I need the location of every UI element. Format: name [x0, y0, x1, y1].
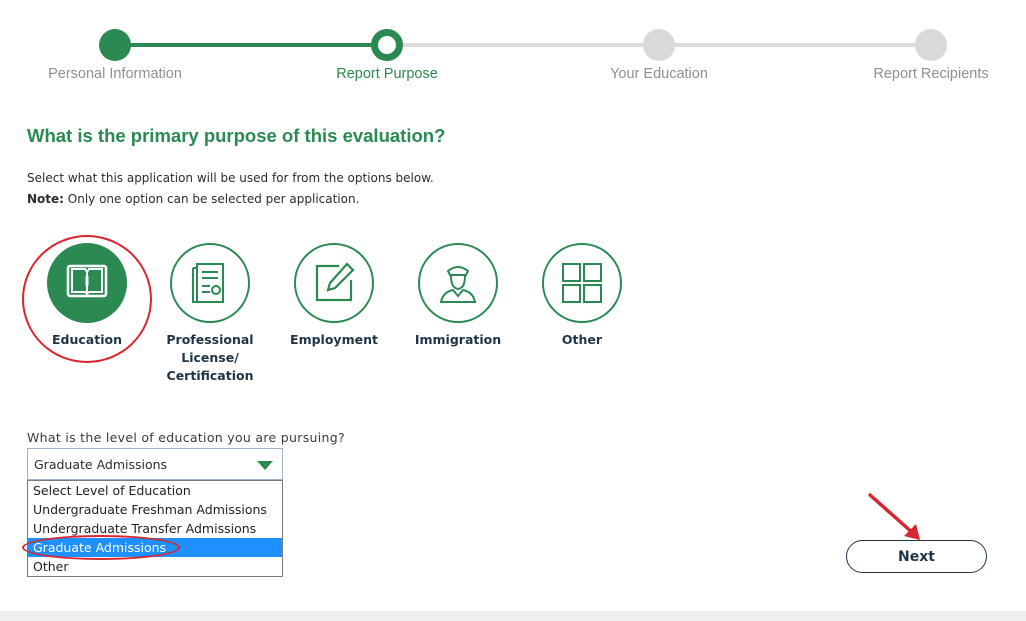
purpose-option-circle[interactable] — [542, 243, 622, 323]
footer-bar — [0, 611, 1026, 621]
purpose-option-circle[interactable] — [170, 243, 250, 323]
purpose-option-employment[interactable]: Employment — [279, 243, 389, 349]
dropdown-option-undergraduate-transfer[interactable]: Undergraduate Transfer Admissions — [28, 519, 282, 538]
edit-document-icon — [315, 262, 355, 302]
purpose-option-professional-license[interactable]: Professional License/ Certification — [155, 243, 265, 385]
dropdown-option-undergraduate-freshman[interactable]: Undergraduate Freshman Admissions — [28, 500, 282, 519]
step-dot-report-purpose — [371, 29, 403, 61]
purpose-option-immigration[interactable]: Immigration — [403, 243, 513, 349]
note-text: Only one option can be selected per appl… — [63, 192, 360, 206]
next-button[interactable]: Next — [846, 540, 987, 573]
purpose-option-label: Professional License/ Certification — [166, 332, 254, 383]
certificate-icon — [192, 263, 224, 303]
instructions: Select what this application will be use… — [27, 168, 434, 210]
purpose-option-label: Immigration — [414, 332, 502, 347]
step-dot-your-education — [643, 29, 675, 61]
education-level-select[interactable]: Graduate Admissions — [27, 448, 283, 480]
annotation-ellipse-graduate — [22, 535, 180, 560]
chevron-down-icon[interactable] — [257, 461, 273, 470]
note-line: Note: Only one option can be selected pe… — [27, 189, 434, 210]
purpose-option-label: Other — [561, 332, 603, 347]
officer-icon — [439, 266, 477, 303]
annotation-arrow-icon — [868, 493, 920, 540]
grid-icon — [562, 263, 602, 303]
step-label-report-purpose: Report Purpose — [336, 66, 438, 82]
education-level-options: Select Level of Education Undergraduate … — [27, 480, 283, 577]
purpose-option-other[interactable]: Other — [527, 243, 637, 349]
progress-stepper: Personal Information Report Purpose Your… — [0, 0, 1026, 100]
instructions-text: Select what this application will be use… — [27, 171, 434, 185]
step-dot-report-recipients — [915, 29, 947, 61]
purpose-option-label: Employment — [290, 332, 378, 347]
note-label: Note: — [27, 192, 64, 206]
stepper-line-complete — [115, 43, 387, 47]
education-level-selected-value: Graduate Admissions — [34, 457, 168, 472]
step-label-your-education: Your Education — [610, 66, 708, 82]
step-dot-personal-information — [99, 29, 131, 61]
dropdown-option-select-level[interactable]: Select Level of Education — [28, 481, 282, 500]
dropdown-option-other[interactable]: Other — [28, 557, 282, 576]
page-question-heading: What is the primary purpose of this eval… — [27, 125, 446, 146]
step-label-report-recipients: Report Recipients — [873, 66, 989, 82]
education-level-label: What is the level of education you are p… — [27, 430, 345, 445]
annotation-circle-education — [22, 235, 152, 363]
step-label-personal-information: Personal Information — [48, 66, 182, 82]
purpose-option-circle[interactable] — [294, 243, 374, 323]
purpose-option-circle[interactable] — [418, 243, 498, 323]
